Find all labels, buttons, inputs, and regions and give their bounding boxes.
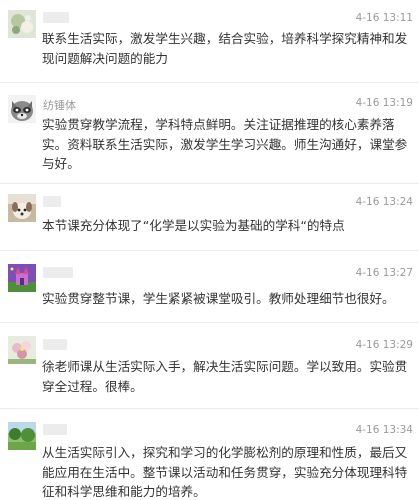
castle-avatar-icon[interactable]: [8, 264, 36, 292]
comment-text: 本节课充分体现了“化学是以实验为基础的学科“的特点: [42, 218, 345, 233]
commenter-name-redacted: [43, 267, 73, 278]
landscape-avatar-icon[interactable]: [8, 422, 36, 450]
flower-avatar-icon[interactable]: [8, 10, 36, 38]
raccoon-avatar-icon[interactable]: [8, 95, 36, 123]
commenter-name-redacted: [43, 12, 69, 23]
comment-item: 4-16 13:11 联系生活实际，激发学生兴趣，结合实验，培养科学探究精神和发…: [0, 0, 419, 80]
comment-text: 从生活实际引入，探究和学习的化学膨松剂的原理和性质，最后又能应用在生活中。整节课…: [42, 445, 408, 499]
divider: [0, 250, 419, 251]
divider: [0, 408, 419, 409]
comment-timestamp: 4-16 13:34: [355, 424, 413, 436]
comment-text: 实验贯穿教学流程，学科特点鲜明。关注证据推理的核心素养落实。资料联系生活实际，激…: [42, 117, 408, 171]
comment-item: 4-16 13:24 本节课充分体现了“化学是以实验为基础的学科“的特点: [0, 186, 419, 246]
commenter-name[interactable]: 纺锤体: [43, 97, 76, 113]
comment-timestamp: 4-16 13:29: [355, 339, 413, 351]
comment-text: 徐老师课从生活实际入手，解决生活实际问题。学以致用。实验贯穿全过程。很棒。: [42, 359, 408, 394]
comment-timestamp: 4-16 13:11: [355, 12, 413, 24]
comment-item: 4-16 13:27 实验贯穿整节课，学生紧紧被课堂吸引。教师处理细节也很好。: [0, 253, 419, 318]
comment-item: 4-16 13:34 从生活实际引入，探究和学习的化学膨松剂的原理和性质，最后又…: [0, 411, 419, 500]
commenter-name-redacted: [43, 424, 67, 435]
comment-item: 4-16 13:29 徐老师课从生活实际入手，解决生活实际问题。学以致用。实验贯…: [0, 325, 419, 410]
comment-item: 纺锤体 4-16 13:19 实验贯穿教学流程，学科特点鲜明。关注证据推理的核心…: [0, 85, 419, 175]
comment-text: 实验贯穿整节课，学生紧紧被课堂吸引。教师处理细节也很好。: [42, 291, 395, 306]
dog-avatar-icon[interactable]: [8, 194, 36, 222]
comment-timestamp: 4-16 13:24: [355, 196, 413, 208]
bloom-avatar-icon[interactable]: [8, 336, 36, 364]
divider: [0, 82, 419, 83]
commenter-name-redacted: [43, 196, 61, 207]
divider: [0, 322, 419, 323]
comment-timestamp: 4-16 13:27: [355, 267, 413, 279]
comment-timestamp: 4-16 13:19: [355, 97, 413, 109]
commenter-name-redacted: [43, 339, 67, 350]
comment-text: 联系生活实际，激发学生兴趣，结合实验，培养科学探究精神和发现问题解决问题的能力: [42, 31, 408, 66]
divider: [0, 183, 419, 184]
